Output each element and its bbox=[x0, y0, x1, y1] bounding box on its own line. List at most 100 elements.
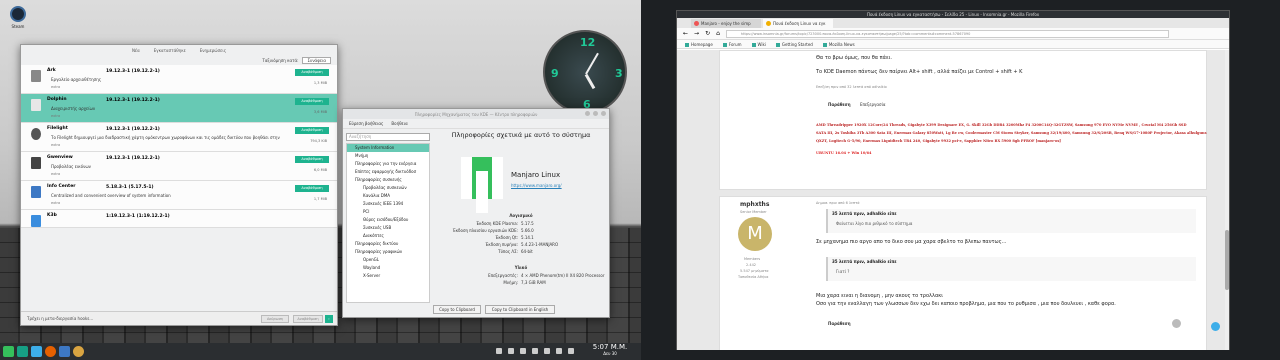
app-source: extra bbox=[51, 85, 61, 89]
tree-item[interactable]: Πληροφορίες γραφικών bbox=[347, 248, 429, 256]
tree-item[interactable]: Πληροφορίες συσκευής bbox=[347, 176, 429, 184]
edit-button[interactable]: Επεξεργασία bbox=[860, 102, 886, 107]
find-help-button[interactable]: Εύρεση βοήθειας bbox=[349, 121, 383, 126]
tray-icon[interactable] bbox=[544, 348, 550, 354]
cancel-button[interactable]: Ακύρωση bbox=[261, 315, 289, 323]
page-title: Πληροφορίες σχετικά με αυτό το σύστημα bbox=[451, 131, 591, 139]
heart-icon[interactable] bbox=[1172, 319, 1181, 328]
steam-desktop-icon[interactable]: Steam bbox=[8, 6, 28, 29]
tree-item[interactable]: X-Server bbox=[347, 272, 429, 280]
app-desc: Εργαλείο αρχειοθέτησης bbox=[51, 77, 102, 82]
app-size: 1,7 MiB bbox=[313, 197, 327, 201]
info-toolbar: Εύρεση βοήθειας Βοήθεια bbox=[343, 119, 609, 129]
quote-button[interactable]: Παράθεση bbox=[828, 102, 851, 107]
tray-icon[interactable] bbox=[568, 348, 574, 354]
list-item[interactable]: K3b 1:19.12.3-1 (1:19.12.2-1) bbox=[21, 210, 337, 228]
kv-row: Έκδοση KDE Plasma: 5.17.5 bbox=[435, 221, 607, 226]
tray-icon[interactable] bbox=[508, 348, 514, 354]
distro-url[interactable]: https://www.manjaro.org/ bbox=[511, 183, 562, 188]
bookmark-item[interactable]: Forum bbox=[723, 42, 742, 47]
bookmark-item[interactable]: Mozilla News bbox=[823, 42, 855, 47]
tree-item[interactable]: PCI bbox=[347, 208, 429, 216]
dolphin-taskbar-icon[interactable] bbox=[17, 346, 28, 357]
kv-key: Μνήμη: bbox=[503, 280, 518, 285]
scrollbar-thumb[interactable] bbox=[1225, 230, 1229, 290]
list-item[interactable]: Dolphin 19.12.3-1 (19.12.2-1) Διαχειριστ… bbox=[21, 94, 337, 123]
list-item[interactable]: Filelight 19.12.3-1 (19.12.2-1) Το Filel… bbox=[21, 123, 337, 152]
kv-row: Μνήμη: 7,3 GiB RAM bbox=[435, 280, 607, 285]
maximize-icon[interactable] bbox=[593, 111, 598, 116]
steam-icon bbox=[10, 6, 26, 22]
copy-english-button[interactable]: Copy to Clipboard in English bbox=[485, 305, 555, 314]
forward-icon[interactable]: → bbox=[694, 30, 699, 37]
tab-updates[interactable]: Ενημερώσεις bbox=[200, 48, 226, 53]
kv-row: Τύπος ΛΣ: 64-bit bbox=[435, 249, 607, 254]
firefox-icon[interactable] bbox=[45, 346, 56, 357]
copy-button[interactable]: Copy to Clipboard bbox=[433, 305, 481, 314]
browser-tab[interactable]: Manjaro - enjoy the simp bbox=[691, 19, 761, 28]
tray-icon[interactable] bbox=[556, 348, 562, 354]
tree-item[interactable]: Μνήμη bbox=[347, 152, 429, 160]
tree-item[interactable]: Πληροφορίες δικτύου bbox=[347, 240, 429, 248]
scrollbar[interactable] bbox=[1225, 50, 1229, 350]
tree-item[interactable]: Διακόπτες bbox=[347, 232, 429, 240]
back-icon[interactable]: ← bbox=[683, 30, 688, 37]
minimize-icon[interactable] bbox=[585, 111, 590, 116]
update-button[interactable]: Αναβάθμιση bbox=[295, 156, 329, 163]
reload-icon[interactable]: ↻ bbox=[705, 30, 710, 37]
help-button[interactable]: Βοήθεια bbox=[391, 121, 407, 126]
update-all-button[interactable]: Αναβάθμιση bbox=[293, 315, 323, 323]
tree-item[interactable]: Θύρες εισόδου/Εξόδου bbox=[347, 216, 429, 224]
clock-number: 3 bbox=[615, 67, 623, 80]
clock-hour-hand bbox=[584, 73, 596, 90]
update-button[interactable]: Αναβάθμιση bbox=[295, 127, 329, 134]
tree-item[interactable]: Συσκευές USB bbox=[347, 224, 429, 232]
app-source: extra bbox=[51, 172, 61, 176]
taskbar-clock[interactable]: 5:07 Μ.Μ. Δευ 30 bbox=[590, 343, 630, 356]
tree-item[interactable]: Επίπτες εφαρμογής δικτυόδοσ bbox=[347, 168, 429, 176]
chevron-right-icon[interactable]: › bbox=[325, 315, 333, 323]
update-button[interactable]: Αναβάθμιση bbox=[295, 69, 329, 76]
close-icon[interactable] bbox=[601, 111, 606, 116]
avatar[interactable]: M bbox=[738, 217, 772, 251]
list-item[interactable]: Ark 19.12.3-1 (19.12.2-1) Εργαλείο αρχει… bbox=[21, 65, 337, 94]
app-menu-icon[interactable] bbox=[3, 346, 14, 357]
quote-button[interactable]: Παράθεση bbox=[828, 321, 851, 326]
url-bar[interactable]: https://www.insomnia.gr/forums/topic/723… bbox=[725, 29, 1169, 38]
search-input[interactable]: Αναζήτηση bbox=[346, 133, 430, 141]
info-center-taskbar-icon[interactable] bbox=[59, 346, 70, 357]
clock-widget: 12 3 6 9 bbox=[543, 30, 627, 114]
tray-icon[interactable] bbox=[496, 348, 502, 354]
update-button[interactable]: Αναβάθμιση bbox=[295, 98, 329, 105]
tree-item[interactable]: OpenGL bbox=[347, 256, 429, 264]
tab-new[interactable]: Νέα bbox=[132, 48, 140, 53]
tree-item[interactable]: Συσκευές IEEE 1394 bbox=[347, 200, 429, 208]
forum-post: Θα το βρω όμως, που θα πάει. Το KDE Daem… bbox=[719, 50, 1207, 190]
firefox-titlebar[interactable]: Πουά έκδοση Linux να εγκαταστήσω - Σελίδ… bbox=[677, 11, 1229, 18]
user-name[interactable]: mphxths bbox=[740, 201, 769, 208]
settings-taskbar-icon[interactable] bbox=[73, 346, 84, 357]
sort-select[interactable]: Συνάφεια bbox=[302, 56, 331, 64]
home-icon[interactable]: ⌂ bbox=[716, 30, 720, 37]
tree-item[interactable]: Wayland bbox=[347, 264, 429, 272]
bookmark-item[interactable]: Wiki bbox=[752, 42, 766, 47]
list-item[interactable]: Info Center 5.18.3-1 (5.17.5-1) Centrali… bbox=[21, 181, 337, 210]
discover-taskbar-icon[interactable] bbox=[31, 346, 42, 357]
scroll-top-icon[interactable] bbox=[1211, 322, 1220, 331]
tree-item[interactable]: System Information bbox=[347, 144, 429, 152]
kv-row: Επεξεργαστές: 4 × AMD Phenom(tm) II X4 82… bbox=[435, 273, 607, 278]
tree-item[interactable]: Κανάλια DMA bbox=[347, 192, 429, 200]
bookmark-item[interactable]: Getting Started bbox=[776, 42, 813, 47]
bookmark-item[interactable]: Homepage bbox=[685, 42, 713, 47]
info-titlebar[interactable]: Πληροφορίες Μηχανήματος του KDE — Κέντρο… bbox=[343, 109, 609, 119]
tree-item[interactable]: Προβολέας συσκευών bbox=[347, 184, 429, 192]
post-text: Σε μηχανημα πιο αργο απο το δικο σου μα … bbox=[816, 239, 1007, 245]
list-item[interactable]: Gwenview 19.12.3-1 (19.12.2-1) Προβολέας… bbox=[21, 152, 337, 181]
tray-icon[interactable] bbox=[532, 348, 538, 354]
browser-tab-active[interactable]: Πουά έκδοση Linux να εγκ bbox=[763, 19, 833, 28]
tab-installed[interactable]: Εγκαταστάθηκε bbox=[154, 48, 186, 53]
tree-item[interactable]: Πληροφορίες για την ενέργεια bbox=[347, 160, 429, 168]
tray-icon[interactable] bbox=[520, 348, 526, 354]
signature-line: AMD Threadripper 1920X 12Core/24 Threads… bbox=[816, 123, 1187, 127]
update-button[interactable]: Αναβάθμιση bbox=[295, 185, 329, 192]
